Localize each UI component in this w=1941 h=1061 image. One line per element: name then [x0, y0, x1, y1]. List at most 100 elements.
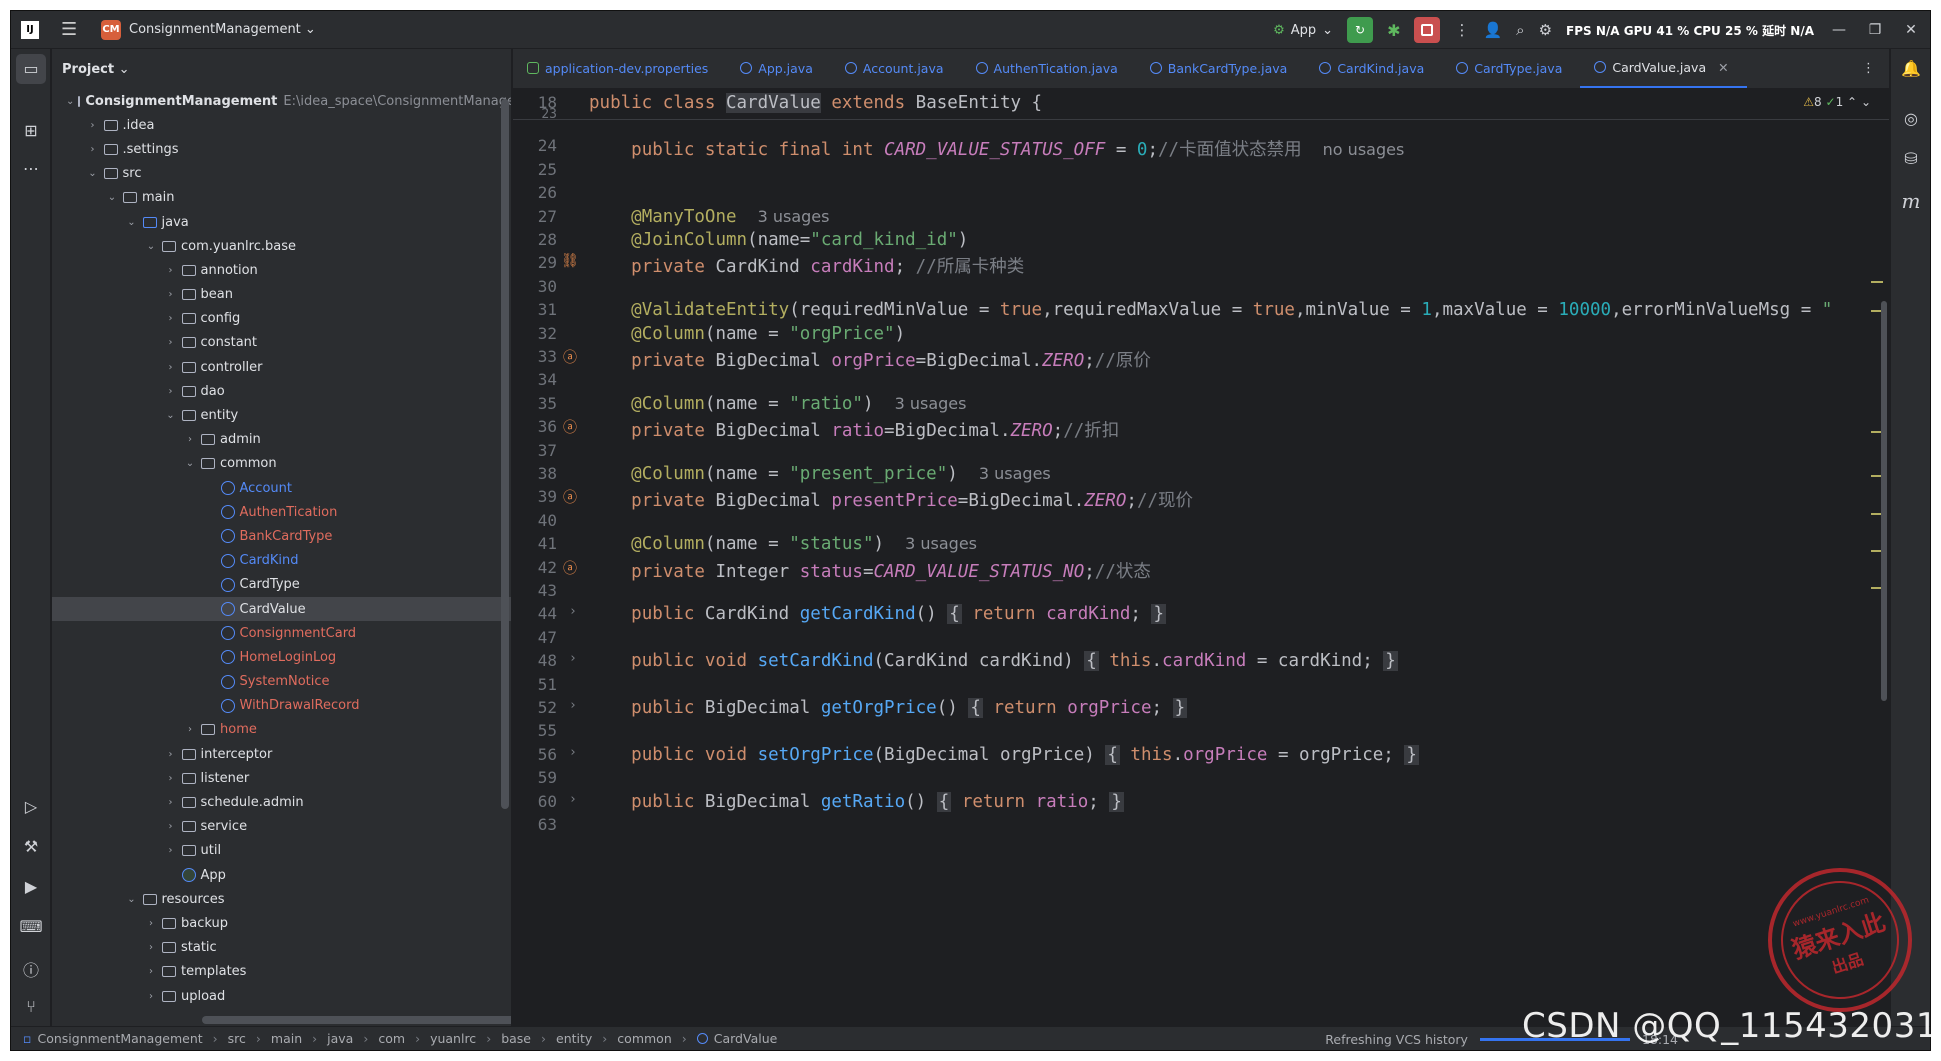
chevron-right-icon[interactable]: ›: [86, 120, 100, 131]
chevron-right-icon[interactable]: ›: [164, 362, 178, 373]
services-icon[interactable]: ▷: [11, 797, 51, 816]
breadcrumb-item[interactable]: ConsignmentManagement: [37, 1031, 202, 1046]
code-line[interactable]: @Column(name = "orgPrice"): [589, 324, 905, 344]
chevron-right-icon[interactable]: ›: [164, 337, 178, 348]
editor-tab[interactable]: application-dev.properties: [513, 49, 726, 88]
code-line[interactable]: @Column(name = "present_price") 3 usages: [589, 464, 1051, 484]
code-line[interactable]: private Integer status=CARD_VALUE_STATUS…: [589, 558, 1151, 583]
git-icon[interactable]: ⑂: [11, 997, 51, 1016]
database-icon[interactable]: ⛁: [1891, 149, 1930, 168]
tree-item[interactable]: › bean: [52, 283, 511, 307]
search-icon[interactable]: ⌕: [1516, 21, 1524, 39]
ai-assistant-icon[interactable]: ◎: [1891, 109, 1930, 128]
implicit-usage-icon[interactable]: ⓐ: [561, 417, 579, 437]
breadcrumb-item[interactable]: CardValue: [714, 1031, 778, 1046]
code-line[interactable]: public BigDecimal getRatio() { return ra…: [589, 791, 1124, 812]
chevron-right-icon[interactable]: ›: [164, 845, 178, 856]
editor-tab[interactable]: CardType.java: [1442, 49, 1580, 88]
chevron-right-icon[interactable]: ›: [144, 918, 158, 929]
code-line[interactable]: @ManyToOne 3 usages: [589, 207, 829, 227]
more-actions-icon[interactable]: ⋮: [1454, 21, 1469, 39]
chevron-down-icon[interactable]: ⌄: [66, 96, 74, 107]
chevron-up-icon[interactable]: ⌃: [1847, 95, 1857, 109]
code-view[interactable]: 18 23 24 25 26 27 28 29 ⛓ 30 31 32 33 ⓐ 34 35 36 ⓐ 37 38 39 ⓐ…: [513, 89, 1889, 1026]
chevron-right-icon[interactable]: ›: [144, 942, 158, 953]
tree-item[interactable]: › templates: [52, 960, 511, 984]
warning-stripe-mark[interactable]: [1871, 281, 1883, 283]
project-vertical-scrollbar[interactable]: [501, 99, 509, 809]
chevron-right-icon[interactable]: ›: [144, 966, 158, 977]
main-menu-icon[interactable]: ☰: [61, 19, 81, 40]
structure-icon[interactable]: ⊞: [11, 121, 51, 140]
tree-item[interactable]: ⌄ java: [52, 210, 511, 234]
tree-item[interactable]: › service: [52, 815, 511, 839]
tree-item[interactable]: › static: [52, 936, 511, 960]
code-line[interactable]: public void setOrgPrice(BigDecimal orgPr…: [589, 744, 1419, 765]
fold-chevron-icon[interactable]: ›: [569, 698, 577, 713]
chevron-down-icon[interactable]: ⌄: [105, 192, 119, 203]
chevron-down-icon[interactable]: ⌄: [125, 894, 139, 905]
tree-item[interactable]: › interceptor: [52, 742, 511, 766]
tree-item[interactable]: App: [52, 863, 511, 887]
tree-item[interactable]: › controller: [52, 355, 511, 379]
chevron-right-icon[interactable]: ›: [164, 289, 178, 300]
code-line[interactable]: public BigDecimal getOrgPrice() { return…: [589, 698, 1188, 718]
tree-item[interactable]: › util: [52, 839, 511, 863]
project-horizontal-scrollbar[interactable]: [202, 1016, 511, 1024]
fold-chevron-icon[interactable]: ›: [569, 792, 577, 807]
code-line[interactable]: public void setCardKind(CardKind cardKin…: [589, 651, 1398, 672]
notifications-bell-icon[interactable]: 🔔: [1891, 59, 1930, 78]
tree-item[interactable]: › .settings: [52, 137, 511, 161]
chevron-right-icon[interactable]: ›: [86, 144, 100, 155]
tree-item[interactable]: ConsignmentCard: [52, 621, 511, 645]
chevron-right-icon[interactable]: ›: [164, 749, 178, 760]
code-line[interactable]: public CardKind getCardKind() { return c…: [589, 604, 1167, 625]
chevron-right-icon[interactable]: ›: [183, 434, 197, 445]
tree-item[interactable]: ⌄ ConsignmentManagement E:\idea_space\Cons…: [52, 89, 511, 113]
code-line[interactable]: @ValidateEntity(requiredMinValue = true,…: [589, 300, 1832, 320]
tree-item[interactable]: ⌄ main: [52, 186, 511, 210]
tree-item[interactable]: › home: [52, 718, 511, 742]
tree-item[interactable]: BankCardType: [52, 524, 511, 548]
tree-item[interactable]: CardKind: [52, 549, 511, 573]
chevron-right-icon[interactable]: ›: [164, 821, 178, 832]
chevron-down-icon[interactable]: ⌄: [86, 168, 100, 179]
tree-item[interactable]: › upload: [52, 984, 511, 1008]
fold-chevron-icon[interactable]: ›: [569, 745, 577, 760]
fold-chevron-icon[interactable]: ›: [569, 651, 577, 666]
tree-item[interactable]: › admin: [52, 428, 511, 452]
tree-item[interactable]: › constant: [52, 331, 511, 355]
editor-tab[interactable]: Account.java: [831, 49, 962, 88]
implicit-usage-icon[interactable]: ⓐ: [561, 558, 579, 578]
background-task-label[interactable]: Refreshing VCS history: [1325, 1032, 1468, 1047]
code-line[interactable]: private BigDecimal presentPrice=BigDecim…: [589, 487, 1193, 512]
code-line[interactable]: @Column(name = "ratio") 3 usages: [589, 394, 966, 414]
project-switcher[interactable]: ConsignmentManagement ⌄: [129, 22, 316, 37]
tree-item[interactable]: CardValue: [52, 596, 511, 622]
tree-item[interactable]: ⌄ entity: [52, 403, 511, 427]
chevron-right-icon[interactable]: ›: [164, 386, 178, 397]
more-tools-icon[interactable]: ⋯: [11, 159, 51, 178]
project-tool-folder-icon[interactable]: ▭: [16, 54, 46, 84]
breadcrumb-item[interactable]: base: [501, 1031, 531, 1046]
tree-item[interactable]: CardType: [52, 573, 511, 597]
tree-item[interactable]: › listener: [52, 766, 511, 790]
code-line[interactable]: @JoinColumn(name="card_kind_id"): [589, 230, 968, 250]
problems-icon[interactable]: ⓘ: [11, 957, 51, 981]
tree-item[interactable]: Account: [52, 476, 511, 500]
stop-button[interactable]: [1414, 17, 1441, 43]
tree-item[interactable]: › schedule.admin: [52, 790, 511, 814]
tab-close-icon[interactable]: ✕: [1718, 60, 1728, 75]
terminal-icon[interactable]: ⌨: [11, 917, 51, 936]
tree-item[interactable]: SystemNotice: [52, 670, 511, 694]
debug-button[interactable]: ✱: [1387, 21, 1400, 40]
tree-item[interactable]: › config: [52, 307, 511, 331]
tree-item[interactable]: ⌄ src: [52, 162, 511, 186]
chevron-down-icon[interactable]: ⌄: [144, 241, 158, 252]
breadcrumb-item[interactable]: common: [617, 1031, 671, 1046]
tree-item[interactable]: ⌄ com.yuanlrc.base: [52, 234, 511, 258]
tabs-more-icon[interactable]: ⋮: [1862, 61, 1875, 76]
breadcrumb-item[interactable]: main: [271, 1031, 302, 1046]
run-icon[interactable]: ▶: [11, 877, 51, 896]
implicit-usage-icon[interactable]: ⓐ: [561, 487, 579, 507]
